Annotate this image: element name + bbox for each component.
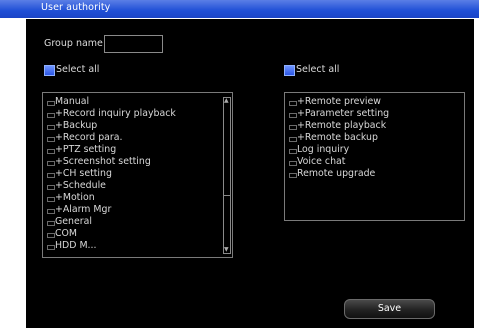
right-select-all-label: Select all [296, 64, 340, 75]
item-checkbox[interactable] [289, 137, 297, 142]
content-panel: Group name Select all Select all Manual … [26, 19, 474, 328]
item-checkbox[interactable] [47, 101, 55, 106]
scroll-up-arrow-icon[interactable]: ▲ [224, 98, 229, 104]
item-checkbox[interactable] [47, 149, 55, 154]
remote-permissions-list: +Remote preview +Parameter setting +Remo… [284, 92, 465, 221]
group-name-input[interactable] [104, 35, 163, 53]
user-authority-window: User authority Group name Select all Sel… [0, 0, 479, 328]
item-checkbox[interactable] [47, 137, 55, 142]
item-checkbox[interactable] [47, 113, 55, 118]
scroll-thumb[interactable] [224, 105, 230, 196]
item-checkbox[interactable] [47, 125, 55, 130]
item-checkbox[interactable] [289, 113, 297, 118]
item-checkbox[interactable] [289, 149, 297, 154]
item-checkbox[interactable] [47, 173, 55, 178]
scroll-down-arrow-icon[interactable]: ▼ [224, 247, 229, 253]
item-checkbox[interactable] [47, 233, 55, 238]
item-checkbox[interactable] [47, 185, 55, 190]
window-title: User authority [41, 2, 111, 13]
item-checkbox[interactable] [289, 173, 297, 178]
title-bar: User authority [0, 0, 479, 18]
item-checkbox[interactable] [289, 161, 297, 166]
group-name-label: Group name [44, 38, 103, 49]
item-checkbox[interactable] [47, 245, 55, 250]
left-select-all-checkbox[interactable] [44, 65, 55, 76]
item-checkbox[interactable] [47, 161, 55, 166]
local-permissions-list: Manual +Record inquiry playback +Backup … [42, 92, 233, 258]
left-list-scrollbar[interactable]: ▲ ▼ [223, 97, 231, 254]
item-checkbox[interactable] [289, 101, 297, 106]
left-select-all-label: Select all [56, 64, 100, 75]
item-checkbox[interactable] [47, 209, 55, 214]
item-checkbox[interactable] [289, 125, 297, 130]
item-checkbox[interactable] [47, 221, 55, 226]
right-select-all-checkbox[interactable] [284, 65, 295, 76]
save-button[interactable]: Save [344, 299, 435, 319]
item-checkbox[interactable] [47, 197, 55, 202]
